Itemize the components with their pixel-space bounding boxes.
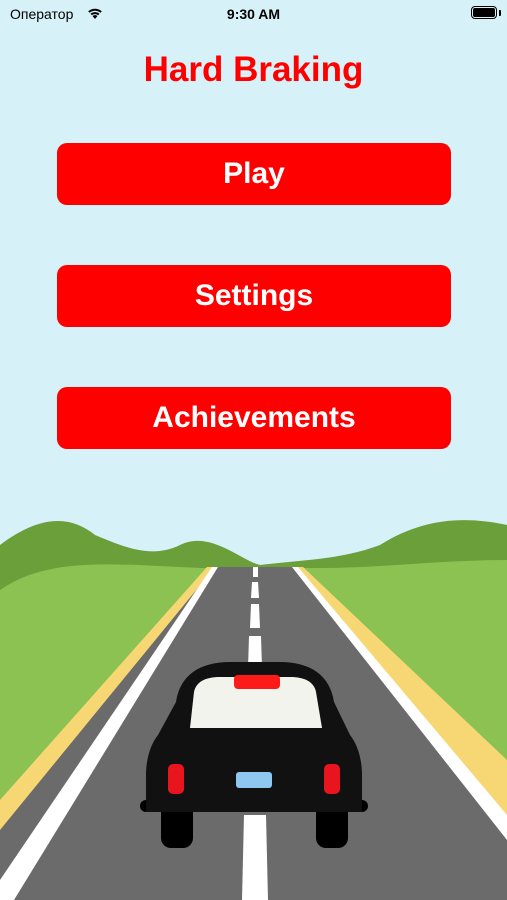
center-dash xyxy=(251,582,259,598)
center-dash xyxy=(250,604,260,628)
battery-icon xyxy=(471,6,497,19)
brake-light xyxy=(234,675,280,689)
game-title: Hard Braking xyxy=(143,50,364,89)
settings-button[interactable]: Settings xyxy=(57,265,451,327)
play-button[interactable]: Play xyxy=(57,143,451,205)
status-time: 9:30 AM xyxy=(226,6,281,22)
center-dash xyxy=(242,815,268,900)
achievements-button[interactable]: Achievements xyxy=(57,387,451,449)
battery-tip xyxy=(499,10,501,16)
main-menu-screen: Оператор 9:30 AM Hard Braking Play Setti… xyxy=(0,0,507,900)
right-tail-light xyxy=(324,764,340,794)
status-bar: Оператор 9:30 AM xyxy=(0,0,507,28)
center-dash xyxy=(253,567,258,577)
license-plate xyxy=(236,772,272,788)
road-scene xyxy=(0,520,507,900)
left-tail-light xyxy=(168,764,184,794)
